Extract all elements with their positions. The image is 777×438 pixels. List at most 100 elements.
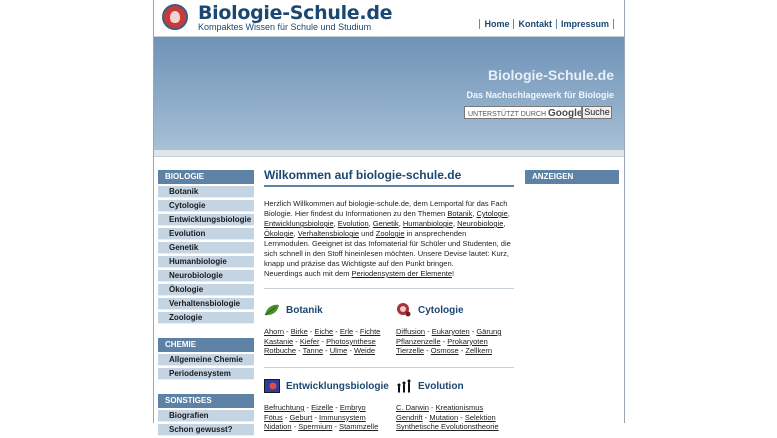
sidebar-item-periodensystem[interactable]: Periodensystem	[158, 368, 254, 380]
sidebar-item-cytologie[interactable]: Cytologie	[158, 200, 254, 212]
link-zellkern[interactable]: Zellkern	[465, 346, 492, 355]
sidebar-item-entwicklungsbiologie[interactable]: Entwicklungsbiologie	[158, 214, 254, 226]
intro-part-3-end: !	[452, 269, 455, 278]
intro-link-oekologie[interactable]: Ökologie	[264, 229, 294, 238]
link-tierzelle[interactable]: Tierzelle	[396, 346, 424, 355]
sidebar-item-humanbiologie[interactable]: Humanbiologie	[158, 256, 254, 268]
link-eizelle[interactable]: Eizelle	[311, 403, 333, 412]
leaf-icon[interactable]	[264, 303, 280, 317]
category-grid: Botanik Ahorn - Birke - Eiche - Erle - F…	[264, 289, 514, 432]
link-eukaryoten[interactable]: Eukaryoten	[432, 327, 470, 336]
sidebar-head-biologie: BIOLOGIE	[158, 170, 254, 184]
cell-icon[interactable]	[396, 303, 412, 317]
link-stammzelle[interactable]: Stammzelle	[339, 422, 378, 431]
main-content: Wilkommen auf biologie-schule.de Herzlic…	[264, 168, 514, 432]
link-embryo[interactable]: Embryo	[340, 403, 366, 412]
banner-subtitle: Das Nachschlagewerk für Biologie	[466, 90, 614, 100]
category-links-entwicklungsbiologie: Befruchtung - Eizelle - Embryo Fötus - G…	[264, 403, 379, 432]
link-foetus[interactable]: Fötus	[264, 413, 283, 422]
link-pflanzenzelle[interactable]: Pflanzenzelle	[396, 337, 441, 346]
link-diffusion[interactable]: Diffusion	[396, 327, 425, 336]
sidebar-item-zoologie[interactable]: Zoologie	[158, 312, 254, 324]
page-title: Wilkommen auf biologie-schule.de	[264, 168, 514, 187]
category-divider	[264, 367, 514, 368]
intro-link-periodensystem[interactable]: Periodensystem der Elemente	[352, 269, 452, 278]
search-button[interactable]: Suche	[582, 106, 612, 119]
link-prokaryoten[interactable]: Prokaryoten	[447, 337, 487, 346]
category-title-entwicklungsbiologie[interactable]: Entwicklungsbiologie	[286, 381, 389, 392]
sidebar-item-allgemeine-chemie[interactable]: Allgemeine Chemie	[158, 354, 254, 366]
nav-impressum-link[interactable]: Impressum	[555, 19, 614, 29]
top-navigation: Home Kontakt Impressum	[479, 19, 614, 29]
intro-link-neurobiologie[interactable]: Neurobiologie	[457, 219, 503, 228]
search-powered-by: UNTERSTÜTZT DURCH	[468, 111, 547, 118]
link-selektion[interactable]: Selektion	[465, 413, 496, 422]
sidebar-item-schon-gewusst[interactable]: Schon gewusst?	[158, 424, 254, 436]
search-input[interactable]: UNTERSTÜTZT DURCH Google	[464, 106, 582, 119]
logo-title[interactable]: Biologie-Schule.de	[198, 2, 393, 24]
banner-title: Biologie-Schule.de	[487, 67, 614, 83]
sidebar-item-oekologie[interactable]: Ökologie	[158, 284, 254, 296]
category-links-cytologie: Diffusion - Eukaryoten - Gärung Pflanzen…	[396, 327, 502, 356]
brain-logo-icon[interactable]	[162, 4, 188, 30]
category-links-botanik: Ahorn - Birke - Eiche - Erle - Fichte Ka…	[264, 327, 381, 356]
link-ahorn[interactable]: Ahorn	[264, 327, 284, 336]
intro-link-genetik[interactable]: Genetik	[373, 219, 399, 228]
nav-kontakt-link[interactable]: Kontakt	[513, 19, 556, 29]
intro-link-zoologie[interactable]: Zoologie	[376, 229, 405, 238]
link-immunsystem[interactable]: Immunsystem	[319, 413, 366, 422]
category-title-evolution[interactable]: Evolution	[418, 381, 464, 392]
sidebar-item-botanik[interactable]: Botanik	[158, 186, 254, 198]
link-tanne[interactable]: Tanne	[303, 346, 323, 355]
link-rotbuche[interactable]: Rotbuche	[264, 346, 296, 355]
link-erle[interactable]: Erle	[340, 327, 353, 336]
intro-link-evolution[interactable]: Evolution	[338, 219, 369, 228]
link-weide[interactable]: Weide	[354, 346, 375, 355]
link-nidation[interactable]: Nidation	[264, 422, 292, 431]
nav-home-link[interactable]: Home	[479, 19, 513, 29]
logo-subtitle: Kompaktes Wissen für Schule und Studium	[198, 22, 372, 32]
google-brand: Google	[548, 108, 582, 119]
link-gendrift[interactable]: Gendrift	[396, 413, 423, 422]
sidebar-item-verhaltensbiologie[interactable]: Verhaltensbiologie	[158, 298, 254, 310]
site-header: Biologie-Schule.de Kompaktes Wissen für …	[154, 0, 624, 37]
sidebar-head-sonstiges: SONSTIGES	[158, 394, 254, 408]
link-befruchtung[interactable]: Befruchtung	[264, 403, 304, 412]
link-photosynthese[interactable]: Photosynthese	[326, 337, 376, 346]
link-osmose[interactable]: Osmose	[431, 346, 459, 355]
link-spermium[interactable]: Spermium	[298, 422, 332, 431]
intro-link-verhaltensbiologie[interactable]: Verhaltensbiologie	[298, 229, 359, 238]
embryo-icon[interactable]	[264, 379, 280, 393]
sidebar-item-genetik[interactable]: Genetik	[158, 242, 254, 254]
link-fichte[interactable]: Fichte	[360, 327, 380, 336]
intro-part-3: Neuerdings auch mit dem	[264, 269, 352, 278]
link-birke[interactable]: Birke	[291, 327, 308, 336]
link-mutation[interactable]: Mutation	[429, 413, 458, 422]
sidebar-item-evolution[interactable]: Evolution	[158, 228, 254, 240]
link-gaerung[interactable]: Gärung	[476, 327, 501, 336]
link-darwin[interactable]: C. Darwin	[396, 403, 429, 412]
link-ulme[interactable]: Ulme	[330, 346, 348, 355]
intro-link-botanik[interactable]: Botanik	[447, 209, 472, 218]
page-frame: Biologie-Schule.de Kompaktes Wissen für …	[153, 0, 625, 436]
intro-text: Herzlich Willkommen auf biologie-schule.…	[264, 199, 511, 278]
link-kiefer[interactable]: Kiefer	[300, 337, 320, 346]
link-kreationismus[interactable]: Kreationismus	[436, 403, 484, 412]
link-geburt[interactable]: Geburt	[289, 413, 312, 422]
sidebar: BIOLOGIE Botanik Cytologie Entwicklungsb…	[158, 170, 254, 438]
evolution-icon[interactable]	[396, 379, 412, 393]
link-kastanie[interactable]: Kastanie	[264, 337, 293, 346]
sidebar-item-biografien[interactable]: Biografien	[158, 410, 254, 422]
link-synthetische-evolutionstheorie[interactable]: Synthetische Evolutionstheorie	[396, 422, 499, 431]
intro-link-entwicklungsbiologie[interactable]: Entwicklungsbiologie	[264, 219, 334, 228]
category-links-evolution: C. Darwin - Kreationismus Gendrift - Mut…	[396, 403, 499, 432]
header-banner: Biologie-Schule.de Das Nachschlagewerk f…	[154, 37, 624, 151]
intro-link-humanbiologie[interactable]: Humanbiologie	[403, 219, 453, 228]
sidebar-item-neurobiologie[interactable]: Neurobiologie	[158, 270, 254, 282]
category-title-botanik[interactable]: Botanik	[286, 305, 323, 316]
intro-link-cytologie[interactable]: Cytologie	[477, 209, 508, 218]
category-title-cytologie[interactable]: Cytologie	[418, 305, 464, 316]
link-eiche[interactable]: Eiche	[314, 327, 333, 336]
